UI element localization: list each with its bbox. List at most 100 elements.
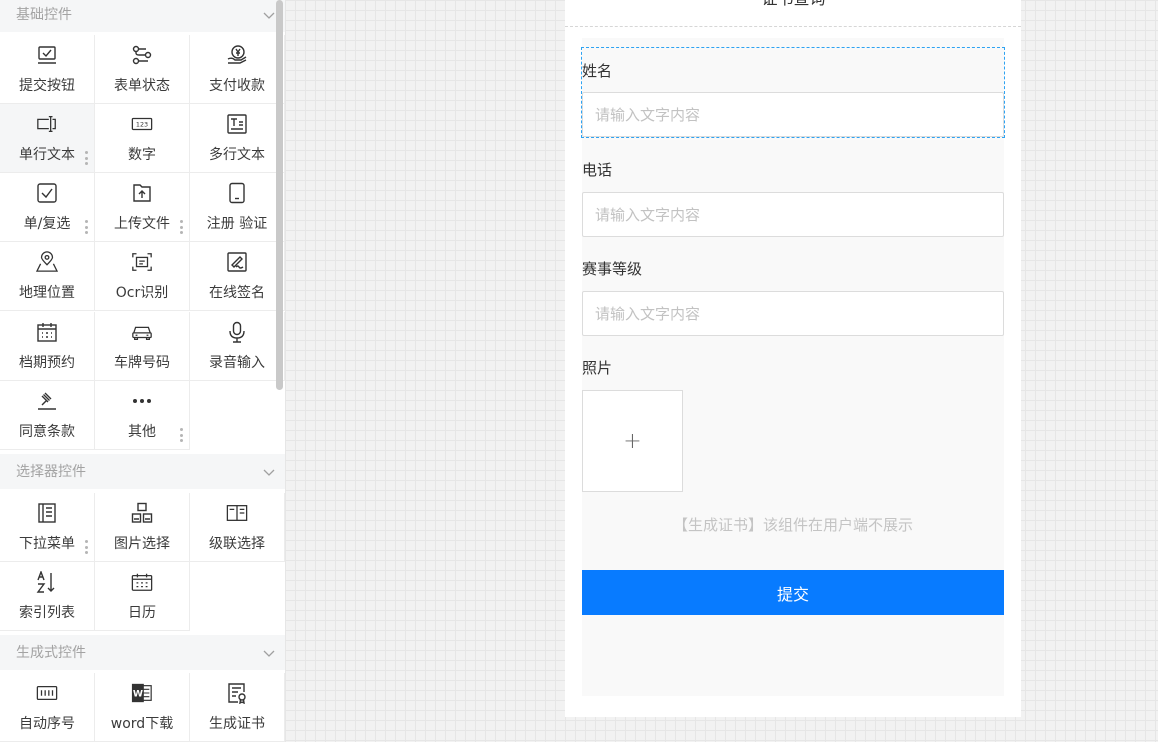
auto-number-icon: [36, 682, 58, 704]
tile-label: 在线签名: [209, 285, 265, 301]
tile-auto-number[interactable]: 自动序号: [0, 673, 95, 742]
sidebar-scrollbar[interactable]: [276, 0, 283, 390]
more-icon: [131, 390, 153, 412]
submit-button[interactable]: 提交: [582, 570, 1004, 615]
tile-label: 地理位置: [19, 285, 75, 301]
tile-schedule[interactable]: 档期预约: [0, 312, 95, 381]
drag-handle-icon[interactable]: [179, 220, 183, 234]
signature-icon: [226, 251, 248, 273]
payment-icon: [226, 44, 248, 66]
phone-input[interactable]: [582, 192, 1004, 237]
plus-icon: +: [623, 428, 642, 454]
tile-label: 级联选择: [209, 536, 265, 552]
tile-label: 下拉菜单: [19, 536, 75, 552]
photo-upload-button[interactable]: +: [582, 390, 683, 492]
form-area: 姓名 电话 赛事等级 照片 + 【生成证书】该组件在用户端不展示: [581, 38, 1005, 696]
tile-multi-line-text[interactable]: 多行文本: [190, 104, 285, 173]
svg-text:W: W: [133, 689, 143, 700]
tile-other[interactable]: 其他: [95, 381, 190, 450]
tile-single-line-text[interactable]: 单行文本: [0, 104, 95, 173]
tile-label: 上传文件: [114, 216, 170, 232]
tile-label: 支付收款: [209, 78, 265, 94]
group-title-selector: 选择器控件: [16, 464, 86, 480]
drag-handle-icon[interactable]: [84, 151, 88, 165]
tile-upload-file[interactable]: 上传文件: [95, 173, 190, 242]
field-phone[interactable]: 电话: [582, 147, 1004, 237]
tile-license-plate[interactable]: 车牌号码: [95, 312, 190, 381]
tile-generate-certificate[interactable]: 生成证书: [190, 673, 285, 742]
group-header-selector[interactable]: 选择器控件: [0, 454, 285, 489]
dropdown-list-icon: [36, 502, 58, 524]
single-line-text-icon: [36, 113, 58, 135]
calendar-icon: [131, 571, 153, 593]
tile-index-list[interactable]: 索引列表: [0, 562, 95, 631]
tile-label: 提交按钮: [19, 78, 75, 94]
tile-checkbox[interactable]: 单/复选: [0, 173, 95, 242]
tile-label: 单行文本: [19, 147, 75, 163]
tile-label: 注册 验证: [206, 216, 268, 232]
tile-label: 录音输入: [209, 355, 265, 371]
group-title-generative: 生成式控件: [16, 645, 86, 661]
certificate-hint: 【生成证书】该组件在用户端不展示: [672, 516, 913, 534]
chevron-down-icon: [262, 7, 276, 21]
field-label: 姓名: [582, 62, 613, 80]
phone-verify-icon: [226, 182, 248, 204]
car-icon: [131, 321, 153, 343]
group-header-basic[interactable]: 基础控件: [0, 0, 285, 32]
svg-text:123: 123: [136, 121, 148, 129]
checkbox-icon: [36, 182, 58, 204]
tile-label: 其他: [128, 424, 156, 440]
field-level[interactable]: 赛事等级: [582, 246, 1004, 336]
ocr-scan-icon: [131, 251, 153, 273]
tile-label: Ocr识别: [115, 285, 169, 301]
word-icon: W: [131, 682, 153, 704]
number-icon: 123: [131, 113, 153, 135]
form-builder-app: 基础控件 提交按钮 表单状态 支付收款 单行文本 123 数字 多行文本 单/复…: [0, 0, 1158, 742]
group-title-basic: 基础控件: [16, 7, 72, 23]
tile-signature[interactable]: 在线签名: [190, 242, 285, 311]
field-label: 电话: [582, 161, 613, 179]
sort-az-icon: [36, 571, 58, 593]
tile-ocr[interactable]: Ocr识别: [95, 242, 190, 311]
tile-label: 索引列表: [19, 605, 75, 621]
multi-line-text-icon: [226, 113, 248, 135]
tile-label: 生成证书: [209, 716, 265, 732]
microphone-icon: [226, 321, 248, 343]
tile-cascade-select[interactable]: 级联选择: [190, 493, 285, 562]
tile-label: 数字: [128, 147, 156, 163]
page-title: 证书查询: [682, 0, 905, 9]
tile-calendar[interactable]: 日历: [95, 562, 190, 631]
drag-handle-icon[interactable]: [84, 220, 88, 234]
chevron-down-icon: [262, 645, 276, 659]
tile-map-location[interactable]: 地理位置: [0, 242, 95, 311]
tile-label: 档期预约: [19, 355, 75, 371]
tile-form-status[interactable]: 表单状态: [95, 35, 190, 104]
tile-label: 表单状态: [114, 78, 170, 94]
tile-number[interactable]: 123 数字: [95, 104, 190, 173]
drag-handle-icon[interactable]: [179, 428, 183, 442]
tile-word-download[interactable]: W word下载: [95, 673, 190, 742]
tile-agree-terms[interactable]: 同意条款: [0, 381, 95, 450]
name-input[interactable]: [582, 92, 1004, 137]
tile-submit-button[interactable]: 提交按钮: [0, 35, 95, 104]
tile-label: word下载: [110, 716, 174, 732]
tile-label: 自动序号: [19, 716, 75, 732]
tile-phone-verify[interactable]: 注册 验证: [190, 173, 285, 242]
form-status-icon: [131, 44, 153, 66]
group-header-generative[interactable]: 生成式控件: [0, 635, 285, 670]
tile-label: 图片选择: [114, 536, 170, 552]
tile-payment[interactable]: 支付收款: [190, 35, 285, 104]
tile-image-select[interactable]: 图片选择: [95, 493, 190, 562]
tile-label: 车牌号码: [114, 355, 170, 371]
field-name[interactable]: 姓名: [581, 47, 1005, 138]
tile-label: 同意条款: [19, 424, 75, 440]
drag-handle-icon[interactable]: [84, 540, 88, 554]
preview-header: 证书查询: [565, 0, 1021, 27]
level-input[interactable]: [582, 291, 1004, 336]
certificate-icon: [226, 682, 248, 704]
tile-dropdown[interactable]: 下拉菜单: [0, 493, 95, 562]
image-select-icon: [131, 502, 153, 524]
component-sidebar: 基础控件 提交按钮 表单状态 支付收款 单行文本 123 数字 多行文本 单/复…: [0, 0, 285, 742]
tile-voice-input[interactable]: 录音输入: [190, 312, 285, 381]
gavel-icon: [36, 390, 58, 412]
